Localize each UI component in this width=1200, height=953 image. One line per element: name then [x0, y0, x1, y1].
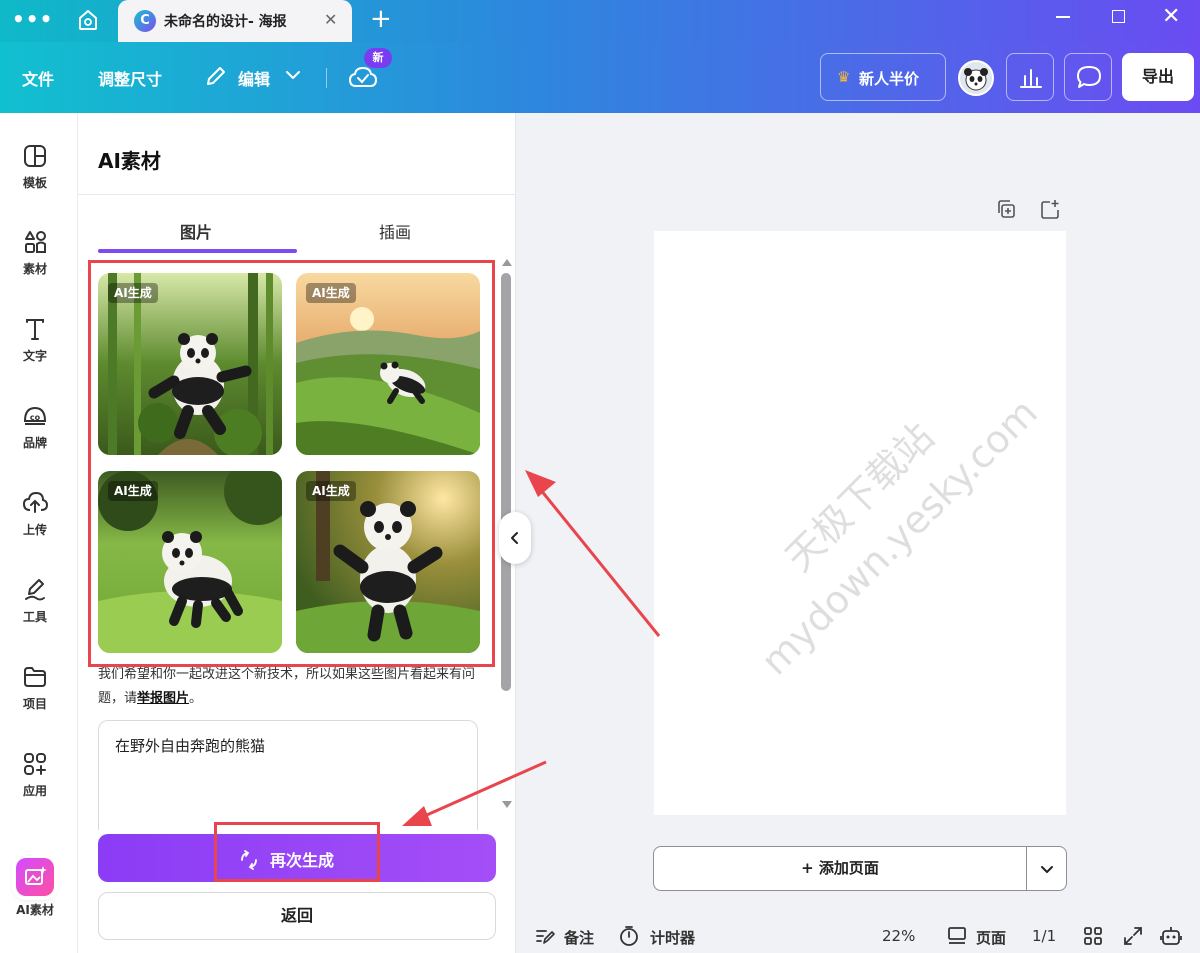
zoom-level[interactable]: 22%: [882, 927, 915, 945]
notes-icon[interactable]: [534, 925, 556, 947]
status-bar: 备注 计时器 22% 页面 1/1: [516, 917, 1200, 953]
add-page-divider: [1026, 847, 1027, 890]
fullscreen-icon[interactable]: [1122, 925, 1144, 947]
add-page-button[interactable]: + 添加页面: [653, 846, 1067, 891]
annotation-arrows: [402, 470, 661, 826]
pages-view-icon[interactable]: [946, 925, 968, 947]
grid-view-icon[interactable]: [1082, 925, 1104, 947]
page-count: 1/1: [1032, 927, 1057, 945]
assistant-robot-icon[interactable]: [1160, 925, 1182, 947]
chevron-down-icon[interactable]: [1038, 860, 1056, 878]
timer-button[interactable]: 计时器: [650, 927, 695, 948]
pages-button[interactable]: 页面: [976, 927, 1006, 948]
notes-button[interactable]: 备注: [564, 927, 594, 948]
timer-icon[interactable]: [618, 925, 640, 947]
add-page-label: + 添加页面: [801, 859, 879, 877]
